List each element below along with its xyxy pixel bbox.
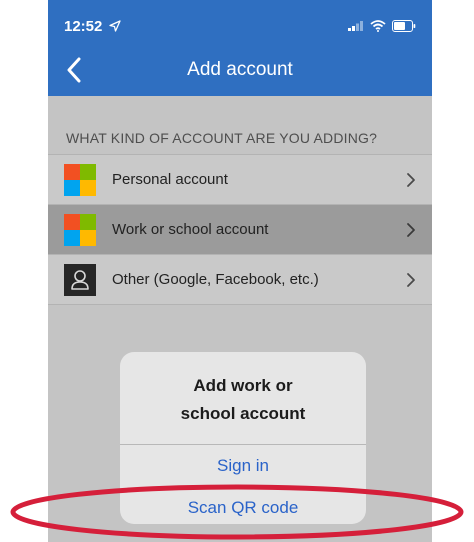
wifi-icon [370, 20, 386, 32]
chevron-right-icon [407, 273, 415, 287]
location-arrow-icon [108, 20, 121, 32]
list-item-personal-account[interactable]: Personal account [48, 154, 432, 204]
chevron-right-icon [407, 173, 415, 187]
dialog-title-line-2: school account [180, 404, 306, 423]
dialog-title: Add work or school account [120, 372, 366, 428]
status-time-text: 12:52 [64, 18, 103, 35]
person-icon [64, 264, 96, 296]
signal-icon [348, 21, 363, 31]
sign-in-button[interactable]: Sign in [120, 456, 366, 476]
dialog-divider [120, 444, 366, 445]
status-time: 12:52 [64, 18, 121, 35]
section-header: WHAT KIND OF ACCOUNT ARE YOU ADDING? [66, 130, 378, 146]
dialog-title-line-1: Add work or [193, 376, 293, 395]
battery-icon [392, 20, 416, 32]
chevron-right-icon [407, 223, 415, 237]
microsoft-logo-icon [64, 214, 96, 246]
status-bar: 12:52 [48, 0, 432, 50]
status-icons [348, 20, 416, 32]
phone-screen: 12:52 Add account WHAT KIND OF ACCOUNT A… [48, 0, 432, 542]
account-type-list: Personal account Work or school account [48, 154, 432, 305]
microsoft-logo-icon [64, 164, 96, 196]
list-item-label: Personal account [112, 171, 228, 188]
list-item-label: Other (Google, Facebook, etc.) [112, 271, 319, 288]
list-item-other-account[interactable]: Other (Google, Facebook, etc.) [48, 254, 432, 304]
highlight-ellipse [10, 484, 464, 540]
list-divider [48, 304, 432, 305]
page-title: Add account [187, 59, 293, 80]
navigation-bar: Add account [48, 44, 432, 96]
list-item-label: Work or school account [112, 221, 269, 238]
list-item-work-or-school-account[interactable]: Work or school account [48, 204, 432, 254]
